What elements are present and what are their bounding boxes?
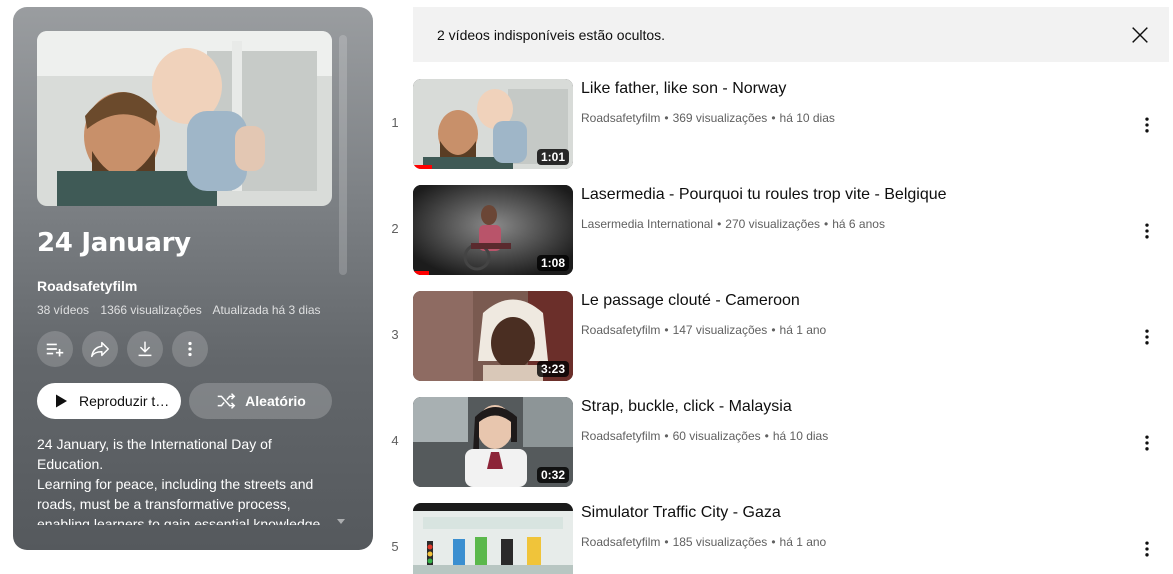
watch-progress-bar <box>413 271 429 275</box>
playlist-video-row[interactable]: 4 0:32 Strap, buckle, click - Malaysia R… <box>380 397 1173 487</box>
video-index: 3 <box>391 327 399 342</box>
video-meta: Roadsafetyfilm • 369 visualizações • há 10 d… <box>581 111 835 125</box>
notice-text: 2 vídeos indisponíveis estão ocultos. <box>437 26 666 43</box>
close-icon[interactable] <box>1129 24 1151 46</box>
hidden-videos-notice: 2 vídeos indisponíveis estão ocultos. <box>413 7 1169 62</box>
description-line: 24 January, is the International Day of … <box>37 436 272 472</box>
scroll-down-arrow-icon[interactable] <box>337 519 345 524</box>
video-thumbnail[interactable]: 1:08 <box>413 185 573 275</box>
video-index: 5 <box>391 539 399 554</box>
video-channel[interactable]: Roadsafetyfilm <box>581 429 660 443</box>
playlist-title: 24 January <box>37 228 191 258</box>
more-vertical-icon[interactable] <box>1137 221 1157 241</box>
more-vertical-icon <box>188 341 192 357</box>
playlist-video-row[interactable]: 3 3:23 Le passage clouté - Cameroon Road… <box>380 291 1173 381</box>
video-age: há 6 anos <box>832 217 885 231</box>
video-channel[interactable]: Lasermedia International <box>581 217 713 231</box>
video-duration: 1:01 <box>536 149 569 165</box>
more-vertical-icon[interactable] <box>1137 327 1157 347</box>
playlist-action-icons <box>37 331 208 367</box>
video-meta: Lasermedia International • 270 visualizaçõ… <box>581 217 885 231</box>
more-vertical-icon[interactable] <box>1137 433 1157 453</box>
download-icon <box>138 341 152 357</box>
play-all-label: Reproduzir t… <box>79 393 170 409</box>
video-thumbnail[interactable]: 0:32 <box>413 397 573 487</box>
playlist-description[interactable]: 24 January, is the International Day of … <box>37 434 337 525</box>
video-views: 60 visualizações <box>672 429 761 443</box>
video-views: 147 visualizações <box>672 323 768 337</box>
description-scrollbar[interactable] <box>339 35 347 275</box>
add-to-queue-button[interactable] <box>37 331 73 367</box>
video-meta: Roadsafetyfilm • 60 visualizações • há 10 di… <box>581 429 829 443</box>
video-views: 369 visualizações <box>672 111 768 125</box>
video-views: 270 visualizações <box>725 217 821 231</box>
video-index: 2 <box>391 221 399 236</box>
shuffle-label: Aleatório <box>245 393 306 409</box>
video-title[interactable]: Lasermedia - Pourquoi tu roules trop vit… <box>581 186 947 204</box>
playlist-cover-thumbnail[interactable] <box>37 31 332 206</box>
video-count: 38 vídeos <box>37 303 90 317</box>
more-actions-button[interactable] <box>172 331 208 367</box>
video-duration: 3:23 <box>536 361 569 377</box>
playlist-header-panel: 24 January Roadsafetyfilm 38 vídeos 1366… <box>13 7 373 550</box>
video-duration: 0:32 <box>536 467 569 483</box>
video-duration: 1:08 <box>536 255 569 271</box>
description-line: Learning for peace, including the street… <box>37 476 321 525</box>
video-index: 4 <box>391 433 399 448</box>
cover-image <box>37 31 332 206</box>
share-button[interactable] <box>82 331 118 367</box>
play-icon <box>56 394 67 408</box>
download-button[interactable] <box>127 331 163 367</box>
more-vertical-icon[interactable] <box>1137 115 1157 135</box>
video-index: 1 <box>391 115 399 130</box>
share-icon <box>91 341 109 358</box>
video-thumbnail[interactable]: 1:01 <box>413 79 573 169</box>
playlist-video-row[interactable]: 2 1:08 Lasermedia - Pourquoi tu roules t… <box>380 185 1173 275</box>
video-views: 185 visualizações <box>672 535 768 549</box>
video-thumbnail[interactable]: 3:23 <box>413 291 573 381</box>
video-title[interactable]: Strap, buckle, click - Malaysia <box>581 398 792 416</box>
video-title[interactable]: Like father, like son - Norway <box>581 80 786 98</box>
video-meta: Roadsafetyfilm • 185 visualizações • há 1 an… <box>581 535 827 549</box>
playlist-channel-link[interactable]: Roadsafetyfilm <box>37 278 137 294</box>
video-title[interactable]: Le passage clouté - Cameroon <box>581 292 800 310</box>
playlist-stats: 38 vídeos 1366 visualizações Atualizada … <box>37 303 329 317</box>
video-channel[interactable]: Roadsafetyfilm <box>581 323 660 337</box>
video-channel[interactable]: Roadsafetyfilm <box>581 111 660 125</box>
video-title[interactable]: Simulator Traffic City - Gaza <box>581 504 781 522</box>
thumbnail-image <box>413 503 573 574</box>
video-age: há 1 ano <box>779 323 827 337</box>
video-age: há 10 dias <box>779 111 835 125</box>
video-meta: Roadsafetyfilm • 147 visualizações • há 1 an… <box>581 323 827 337</box>
shuffle-icon <box>217 393 236 409</box>
view-count: 1366 visualizações <box>100 303 202 317</box>
watch-progress-bar <box>413 165 433 169</box>
video-thumbnail[interactable] <box>413 503 573 574</box>
video-age: há 1 ano <box>779 535 827 549</box>
add-to-queue-icon <box>46 343 64 357</box>
updated-date: Atualizada há 3 dias <box>212 303 321 317</box>
play-all-button[interactable]: Reproduzir t… <box>37 383 181 419</box>
playlist-video-row[interactable]: 1 1:01 Like father, like son - Norway Ro… <box>380 79 1173 169</box>
playlist-video-row[interactable]: 5 Simulator Traffic City - Gaza Roadsafe… <box>380 503 1173 574</box>
video-channel[interactable]: Roadsafetyfilm <box>581 535 660 549</box>
more-vertical-icon[interactable] <box>1137 539 1157 559</box>
video-age: há 10 dias <box>772 429 829 443</box>
shuffle-button[interactable]: Aleatório <box>189 383 332 419</box>
